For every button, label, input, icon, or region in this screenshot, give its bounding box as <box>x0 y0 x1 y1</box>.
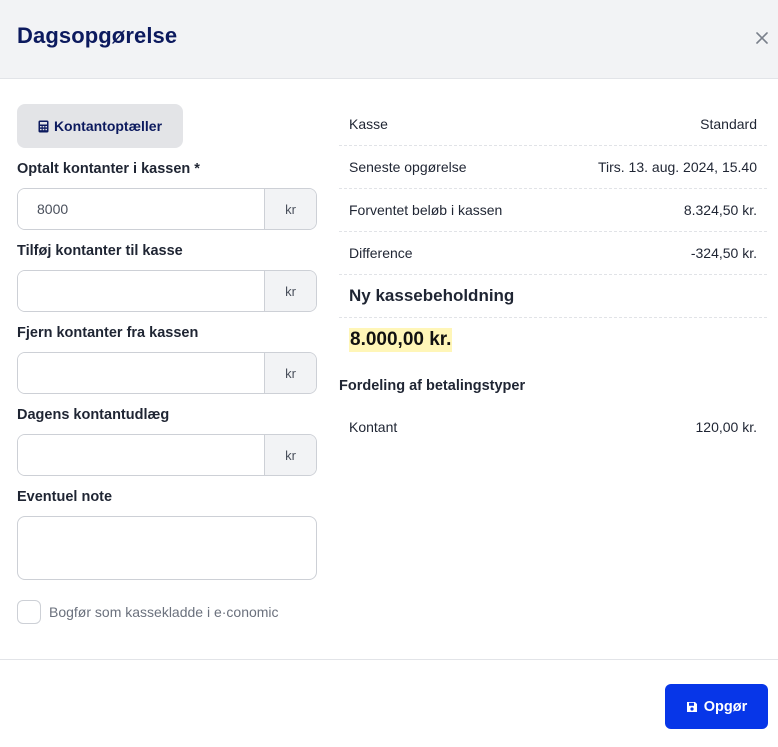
payment-type-label: Kontant <box>349 418 398 435</box>
note-label: Eventuel note <box>17 489 113 505</box>
summary-row-value: Tirs. 13. aug. 2024, 15.40 <box>597 159 757 175</box>
footer-divider <box>0 659 778 660</box>
summary-row-label: Seneste opgørelse <box>349 159 467 175</box>
payment-type-value: 120,00 kr. <box>695 418 758 435</box>
summary-row-value: -324,50 kr. <box>690 245 757 261</box>
cash-expense-group: kr <box>17 434 317 476</box>
new-balance-amount: 8.000,00 kr. <box>349 327 453 352</box>
cash-expense-input[interactable] <box>18 435 264 475</box>
summary-row: Difference -324,50 kr. <box>339 232 767 275</box>
new-balance-heading: Ny kassebeholdning <box>349 286 515 305</box>
summary-row: Kasse Standard <box>339 103 767 146</box>
remove-cash-input[interactable] <box>18 353 264 393</box>
new-balance-heading-row: Ny kassebeholdning <box>339 275 767 318</box>
payment-type-row: Kontant 120,00 kr. <box>339 405 767 448</box>
counted-cash-input[interactable] <box>18 189 264 229</box>
summary-row-label: Kasse <box>349 116 388 132</box>
remove-cash-group: kr <box>17 352 317 394</box>
close-icon <box>756 32 768 44</box>
add-cash-label: Tilføj kontanter til kasse <box>17 243 183 259</box>
summary-row-value: 8.324,50 kr. <box>683 202 757 218</box>
remove-cash-unit: kr <box>264 353 316 393</box>
cash-expense-unit: kr <box>264 435 316 475</box>
cash-counter-button[interactable]: Kontantoptæller <box>17 104 183 148</box>
summary-row-value: Standard <box>700 116 757 132</box>
add-cash-unit: kr <box>264 271 316 311</box>
counted-cash-unit: kr <box>264 189 316 229</box>
summary-panel: Kasse Standard Seneste opgørelse Tirs. 1… <box>339 103 767 361</box>
cash-expense-label: Dagens kontantudlæg <box>17 407 170 423</box>
summary-row-label: Forventet beløb i kassen <box>349 202 503 218</box>
payment-types-title: Fordeling af betalingstyper <box>339 378 526 394</box>
submit-button[interactable]: Opgør <box>665 684 768 729</box>
add-cash-group: kr <box>17 270 317 312</box>
counted-cash-label: Optalt kontanter i kassen * <box>17 161 200 177</box>
summary-row: Seneste opgørelse Tirs. 13. aug. 2024, 1… <box>339 146 767 189</box>
dialog-title: Dagsopgørelse <box>17 23 178 48</box>
calculator-icon <box>38 120 49 132</box>
new-balance-amount-row: 8.000,00 kr. <box>339 318 767 361</box>
close-button[interactable] <box>750 26 774 50</box>
bookkeep-checkbox[interactable] <box>17 600 41 624</box>
bookkeep-option: Bogfør som kassekladde i e·conomic <box>17 600 279 624</box>
submit-label: Opgør <box>703 698 748 715</box>
summary-row-label: Difference <box>349 245 413 261</box>
remove-cash-label: Fjern kontanter fra kassen <box>17 325 199 341</box>
cash-counter-label: Kontantoptæller <box>53 118 163 134</box>
summary-row: Forventet beløb i kassen 8.324,50 kr. <box>339 189 767 232</box>
add-cash-input[interactable] <box>18 271 264 311</box>
dialog-header: Dagsopgørelse <box>0 0 778 79</box>
note-textarea[interactable] <box>17 516 317 580</box>
bookkeep-label: Bogfør som kassekladde i e·conomic <box>49 604 279 620</box>
counted-cash-group: kr <box>17 188 317 230</box>
save-icon <box>686 701 697 712</box>
